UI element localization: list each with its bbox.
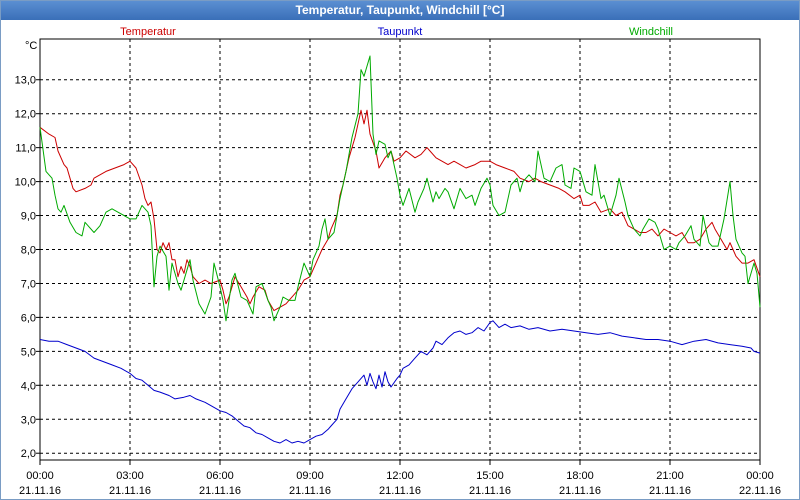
- x-tick-date-label: 21.11.16: [469, 485, 511, 497]
- x-tick-time-label: 09:00: [296, 470, 324, 482]
- x-tick-time-label: 06:00: [206, 470, 234, 482]
- y-axis-unit-label: °C: [25, 40, 37, 52]
- x-tick-time-label: 21:00: [656, 470, 684, 482]
- y-tick-label: 6,0: [21, 312, 36, 324]
- x-tick-date-label: 21.11.16: [289, 485, 331, 497]
- y-tick-label: 8,0: [21, 245, 36, 257]
- x-tick-time-label: 12:00: [386, 470, 414, 482]
- legend-temperatur: Temperatur: [120, 26, 176, 38]
- x-tick-time-label: 15:00: [476, 470, 504, 482]
- x-axis-ticks: 00:00 21.11.16 03:00 21.11.16 06:00 21.11.16 0…: [19, 460, 781, 497]
- x-tick-date-label: 22.11.16: [739, 485, 781, 497]
- x-tick-date-label: 21.11.16: [199, 485, 241, 497]
- legend-windchill: Windchill: [629, 26, 673, 38]
- y-tick-label: 9,0: [21, 211, 36, 223]
- line-chart: 2,0 3,0 4,0 5,0 6,0 7,0 8,0 9,0 10,0 11,0 12,0 13,0…: [15, 26, 781, 497]
- y-axis-ticks: 2,0 3,0 4,0 5,0 6,0 7,0 8,0 9,0 10,0 11,0 12,0 13,0: [15, 75, 40, 460]
- y-tick-label: 5,0: [21, 346, 36, 358]
- x-tick-time-label: 18:00: [566, 470, 594, 482]
- y-tick-label: 3,0: [21, 414, 36, 426]
- x-tick-time-label: 00:00: [26, 470, 54, 482]
- y-tick-label: 13,0: [15, 75, 36, 87]
- y-tick-label: 2,0: [21, 448, 36, 460]
- y-tick-label: 12,0: [15, 109, 36, 121]
- y-tick-label: 4,0: [21, 380, 36, 392]
- y-tick-label: 10,0: [15, 177, 36, 189]
- x-tick-date-label: 21.11.16: [19, 485, 61, 497]
- y-tick-label: 11,0: [15, 143, 36, 155]
- x-tick-time-label: 03:00: [116, 470, 144, 482]
- x-tick-date-label: 21.11.16: [109, 485, 151, 497]
- x-tick-time-label: 00:00: [746, 470, 774, 482]
- x-tick-date-label: 21.11.16: [379, 485, 421, 497]
- x-tick-date-label: 21.11.16: [559, 485, 601, 497]
- x-tick-date-label: 21.11.16: [649, 485, 691, 497]
- y-tick-label: 7,0: [21, 278, 36, 290]
- legend-taupunkt: Taupunkt: [378, 26, 423, 38]
